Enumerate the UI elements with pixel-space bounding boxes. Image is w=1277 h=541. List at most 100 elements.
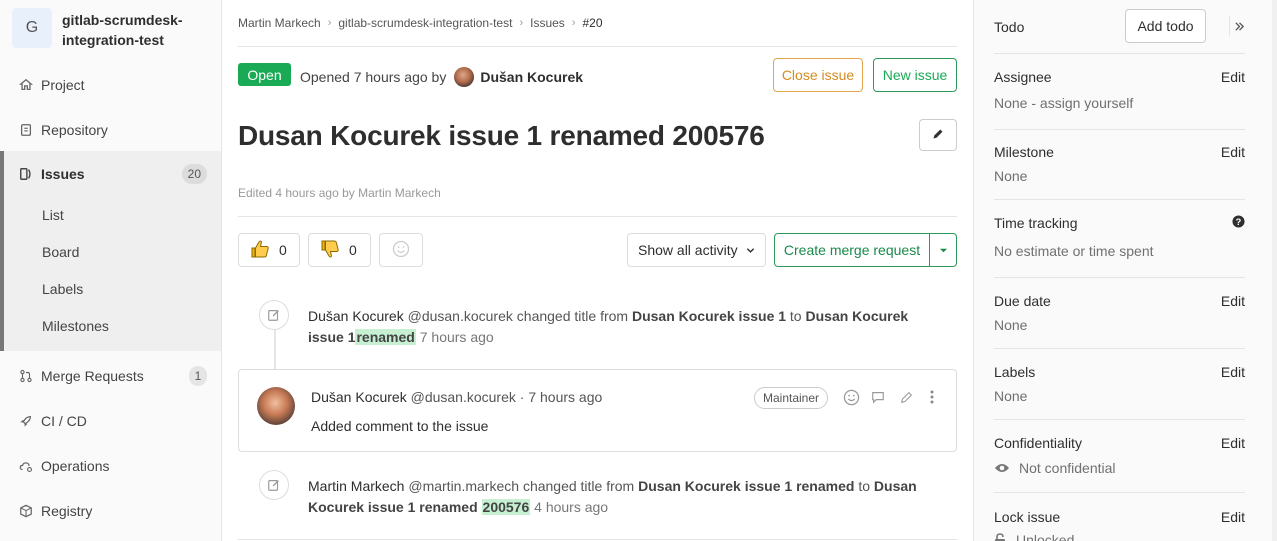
book-icon — [18, 122, 34, 138]
avatar[interactable] — [257, 387, 295, 425]
comment-header: Dušan Kocurek @dusan.kocurek · 7 hours a… — [311, 389, 602, 405]
comment-body: Added comment to the issue — [311, 418, 489, 434]
sidebar-item-repository[interactable]: Repository — [0, 107, 221, 152]
create-merge-request-button[interactable]: Create merge request — [775, 234, 930, 266]
add-todo-button[interactable]: Add todo — [1125, 9, 1206, 43]
reply-icon[interactable] — [869, 388, 887, 406]
labels-title: Labels — [994, 364, 1036, 380]
sidebar-item-registry[interactable]: Registry — [0, 488, 221, 533]
submenu-item-labels[interactable]: Labels — [42, 281, 83, 297]
opened-text: Opened 7 hours ago by — [300, 69, 447, 85]
sidebar-item-label: Operations — [41, 457, 110, 474]
merge-requests-count-badge: 1 — [189, 366, 207, 386]
assignee-edit-link[interactable]: Edit — [1221, 69, 1245, 85]
pencil-icon[interactable] — [897, 388, 915, 406]
close-issue-button[interactable]: Close issue — [773, 58, 863, 92]
rocket-icon — [18, 413, 34, 429]
sidebar-item-issues[interactable]: Issues 20 — [0, 151, 221, 196]
breadcrumb-user[interactable]: Martin Markech — [238, 16, 321, 30]
system-note-title-change-2: Martin Markech @martin.markech changed t… — [308, 476, 938, 518]
cloud-gear-icon — [18, 458, 34, 474]
issue-opened-meta: Opened 7 hours ago by Dušan Kocurek — [300, 67, 583, 87]
scrollbar[interactable] — [1272, 0, 1277, 541]
assign-yourself-link[interactable]: assign yourself — [1040, 95, 1133, 111]
assignee-section: Assignee Edit None - assign yourself — [994, 54, 1245, 130]
activity-filter-dropdown[interactable]: Show all activity — [627, 233, 766, 267]
time-tracking-title: Time tracking — [994, 215, 1078, 231]
breadcrumb-issues[interactable]: Issues — [530, 16, 565, 30]
lock-value: Unlocked — [1016, 532, 1075, 541]
due-date-title: Due date — [994, 293, 1051, 309]
smiley-icon[interactable] — [842, 388, 860, 406]
labels-value: None — [994, 388, 1028, 404]
issue-author-link[interactable]: Dušan Kocurek — [480, 69, 583, 85]
project-name[interactable]: gitlab-scrumdesk-integration-test — [62, 10, 212, 50]
issue-main: Martin Markech › gitlab-scrumdesk-integr… — [222, 0, 973, 541]
note-handle[interactable]: @dusan.kocurek — [408, 308, 513, 324]
breadcrumb: Martin Markech › gitlab-scrumdesk-integr… — [238, 16, 603, 30]
due-date-value: None — [994, 317, 1028, 333]
confidentiality-edit-link[interactable]: Edit — [1221, 435, 1245, 451]
help-icon[interactable]: ? — [1232, 215, 1245, 231]
note-added-text: renamed — [355, 329, 416, 345]
comment-author[interactable]: Dušan Kocurek — [311, 389, 407, 405]
collapse-sidebar-icon[interactable] — [1229, 16, 1249, 36]
chevron-right-icon: › — [327, 17, 332, 29]
breadcrumb-issue-number[interactable]: #20 — [582, 16, 602, 30]
sidebar-item-label: Repository — [41, 121, 108, 138]
issues-count-badge: 20 — [181, 164, 207, 184]
lock-icon — [994, 533, 1006, 541]
note-author[interactable]: Martin Markech — [308, 478, 404, 494]
chevron-right-icon: › — [571, 17, 576, 29]
more-actions-icon[interactable] — [923, 388, 941, 406]
milestone-edit-link[interactable]: Edit — [1221, 144, 1245, 160]
note-handle[interactable]: @martin.markech — [408, 478, 519, 494]
sidebar-item-operations[interactable]: Operations — [0, 443, 221, 488]
thumbs-down-icon — [319, 238, 341, 263]
divider — [238, 216, 957, 217]
note-text: changed title from — [516, 308, 629, 324]
milestone-title: Milestone — [994, 144, 1054, 160]
todo-section: Todo Add todo — [994, 0, 1245, 54]
comment-handle[interactable]: @dusan.kocurek — [411, 389, 516, 405]
assignee-none: None - — [994, 95, 1037, 111]
pencil-icon — [932, 127, 944, 143]
sidebar-item-merge-requests[interactable]: Merge Requests 1 — [0, 353, 221, 398]
project-context[interactable]: G gitlab-scrumdesk-integration-test — [0, 0, 221, 62]
edit-note-icon — [259, 300, 289, 330]
breadcrumb-project[interactable]: gitlab-scrumdesk-integration-test — [338, 16, 512, 30]
thumbs-up-button[interactable]: 0 — [238, 233, 300, 267]
due-date-edit-link[interactable]: Edit — [1221, 293, 1245, 309]
note-old-title: Dusan Kocurek issue 1 — [631, 308, 787, 324]
submenu-item-board[interactable]: Board — [42, 244, 79, 260]
caret-down-icon[interactable] — [930, 234, 956, 266]
add-reaction-button[interactable] — [379, 233, 423, 267]
milestone-section: Milestone Edit None — [994, 130, 1245, 200]
submenu-item-list[interactable]: List — [42, 207, 64, 223]
confidentiality-value-row: Not confidential — [994, 460, 1116, 476]
assignee-value: None - assign yourself — [994, 95, 1133, 111]
labels-edit-link[interactable]: Edit — [1221, 364, 1245, 380]
sidebar-item-label: CI / CD — [41, 412, 87, 429]
comment: Dušan Kocurek @dusan.kocurek · 7 hours a… — [238, 369, 957, 452]
activity-filter-label: Show all activity — [638, 242, 738, 258]
submenu-item-milestones[interactable]: Milestones — [42, 318, 109, 334]
create-merge-request-split-button[interactable]: Create merge request — [774, 233, 957, 267]
sidebar-item-label: Registry — [41, 502, 93, 519]
sidebar-item-project[interactable]: Project — [0, 62, 221, 107]
thumbs-down-button[interactable]: 0 — [308, 233, 371, 267]
author-avatar[interactable] — [454, 67, 475, 87]
issues-submenu: List Board Labels Milestones — [0, 196, 221, 351]
time-tracking-value: No estimate or time spent — [994, 243, 1154, 259]
edit-title-button[interactable] — [919, 119, 957, 151]
new-issue-button[interactable]: New issue — [873, 58, 957, 92]
note-added-text: 200576 — [481, 499, 531, 515]
svg-text:?: ? — [1236, 217, 1242, 227]
sidebar-item-label: Project — [41, 76, 85, 93]
sidebar-item-ci-cd[interactable]: CI / CD — [0, 398, 221, 443]
status-badge: Open — [238, 63, 291, 86]
milestone-value: None — [994, 168, 1028, 184]
note-author[interactable]: Dušan Kocurek — [308, 308, 404, 324]
comment-time[interactable]: 7 hours ago — [528, 389, 602, 405]
lock-edit-link[interactable]: Edit — [1221, 509, 1245, 525]
